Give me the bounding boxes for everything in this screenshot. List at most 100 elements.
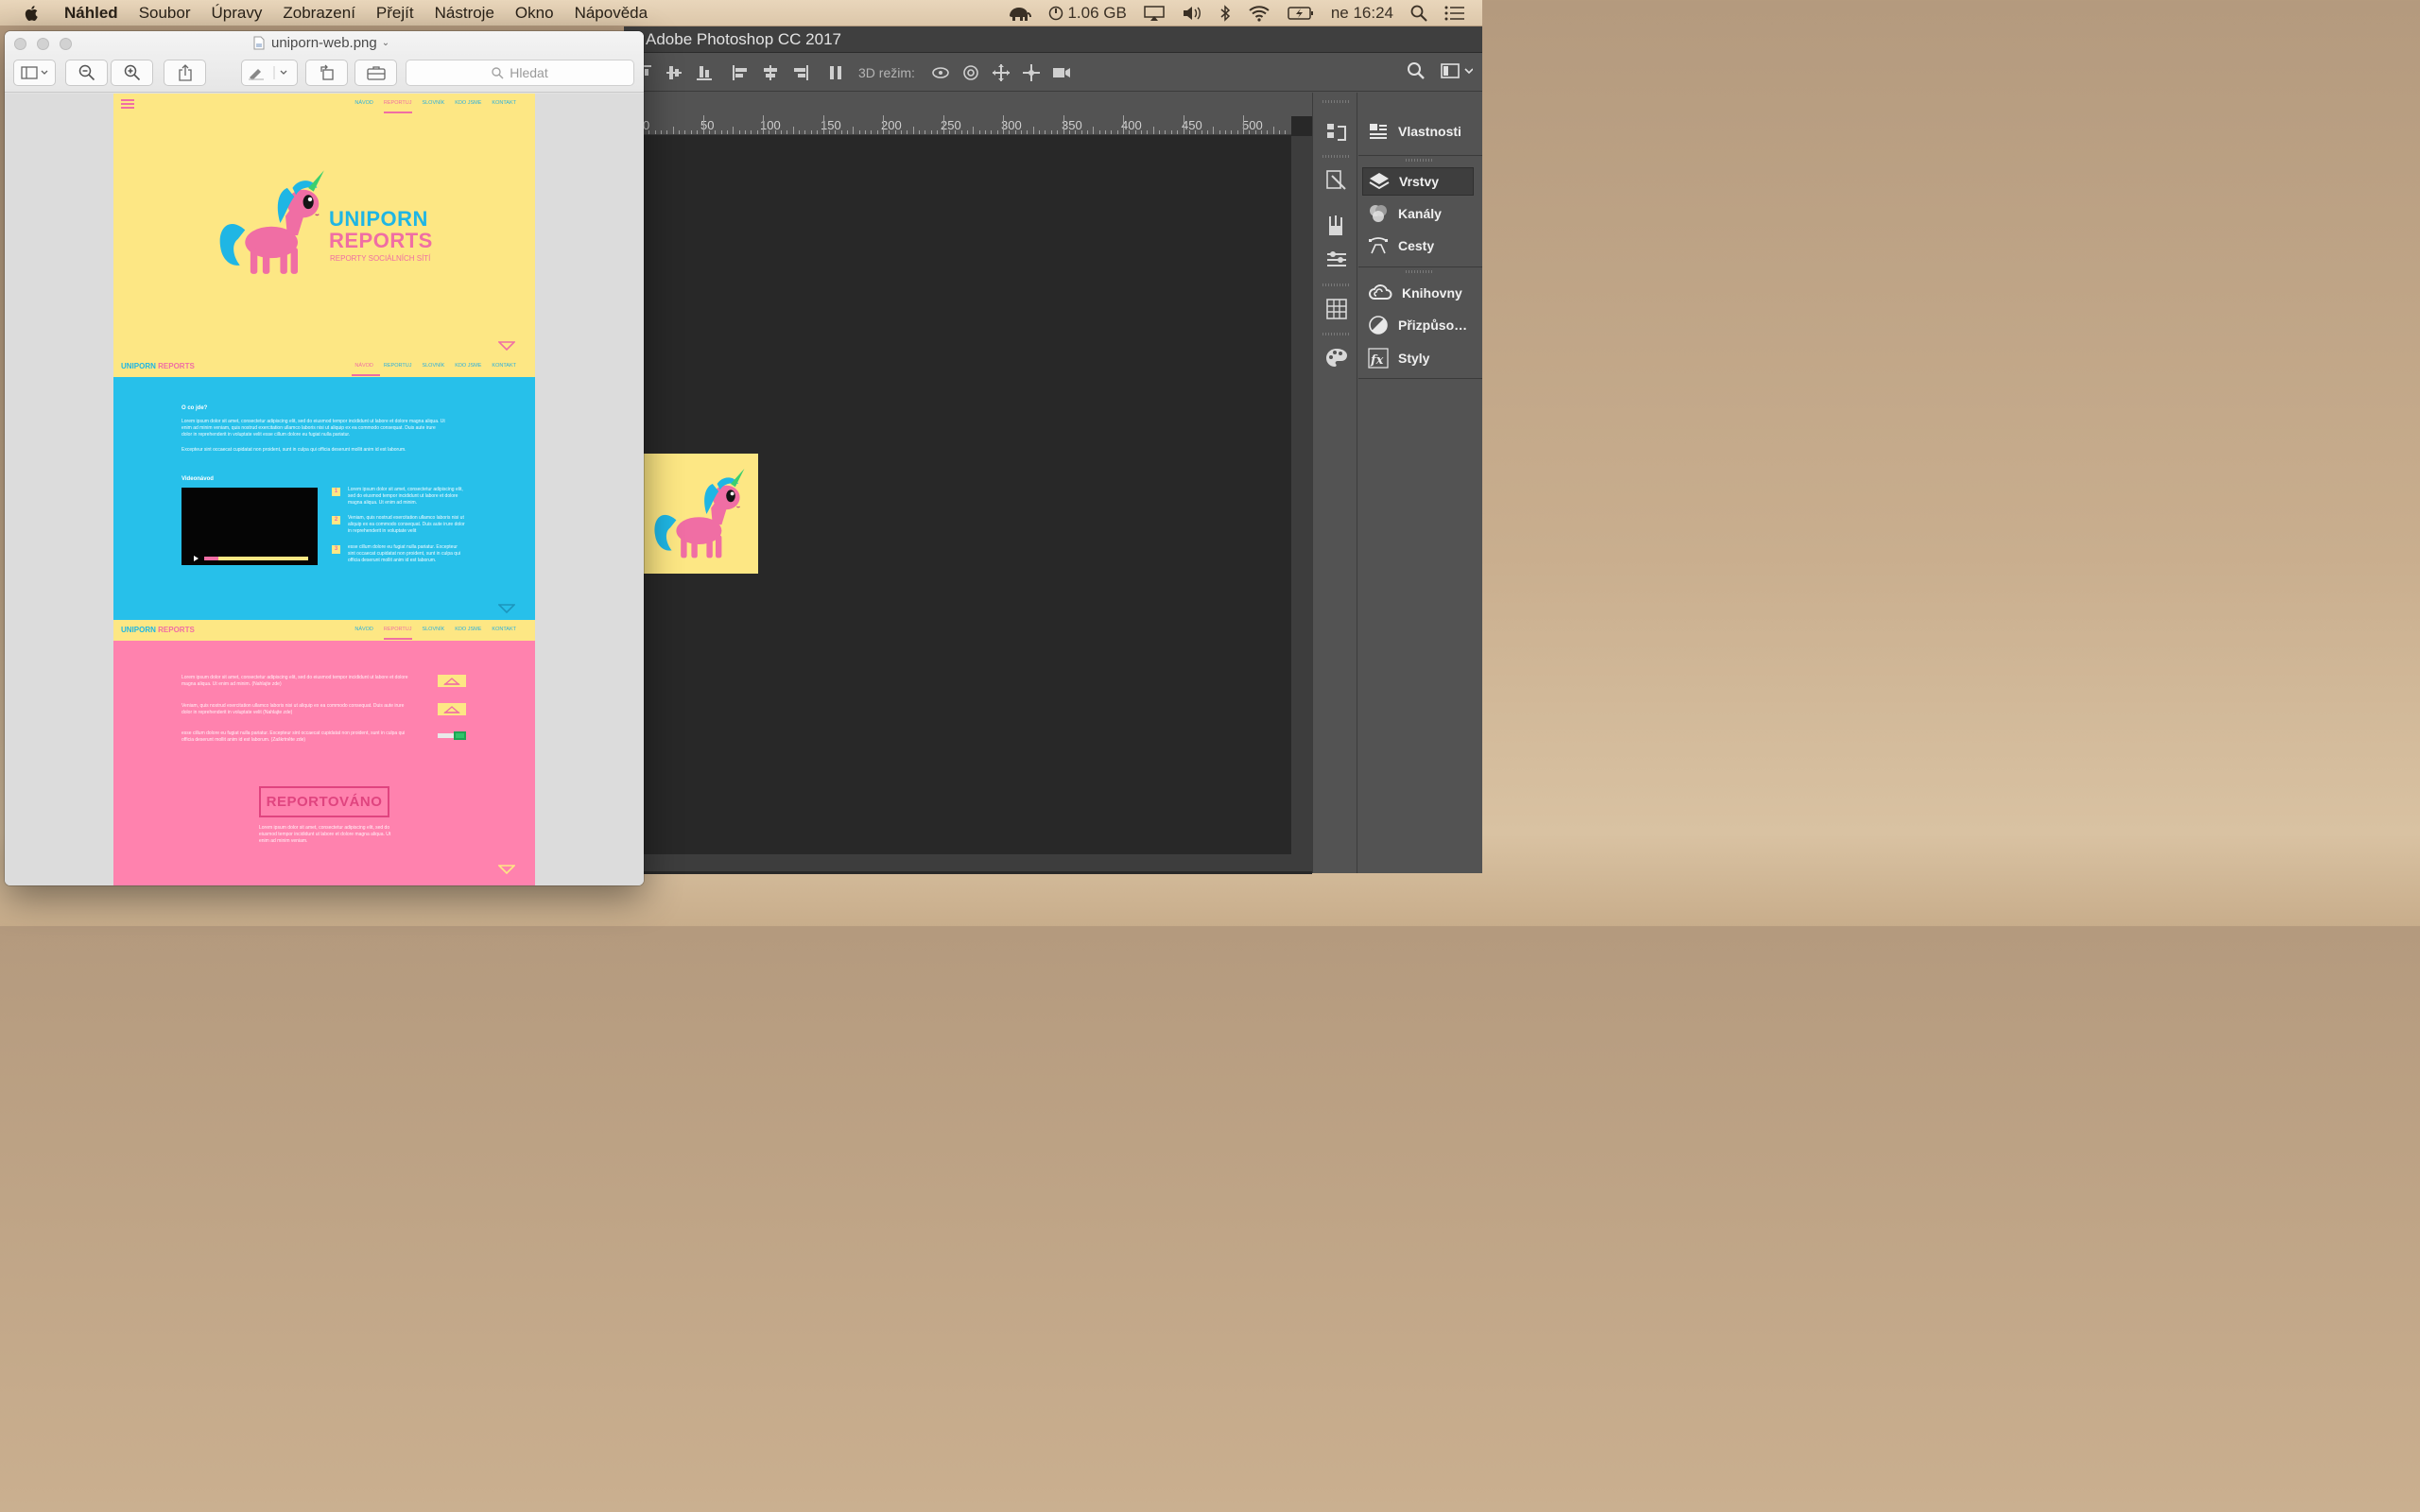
menu-window[interactable]: Okno	[515, 4, 554, 23]
volume-icon[interactable]	[1182, 6, 1202, 21]
ruler-tick	[1279, 130, 1281, 134]
sidebar-toggle-button[interactable]	[13, 60, 56, 86]
ruler-tick	[1098, 130, 1100, 134]
preview-titlebar[interactable]: uniporn-web.png ⌄ Hledat	[5, 31, 644, 93]
zoom-in-button[interactable]	[111, 60, 153, 86]
bluetooth-icon[interactable]	[1219, 4, 1231, 22]
search-icon[interactable]	[1407, 61, 1426, 80]
distribute-icon[interactable]	[826, 63, 847, 82]
panel-paths[interactable]: Cesty	[1362, 232, 1474, 260]
svg-text:fx: fx	[1370, 353, 1384, 368]
toolbox-button[interactable]	[354, 60, 397, 86]
horizontal-scrollbar[interactable]	[624, 854, 1312, 871]
menu-help[interactable]: Nápověda	[575, 4, 648, 23]
nav-link: KONTAKT	[492, 100, 516, 106]
nav-link: NÁVOD	[354, 627, 373, 632]
ruler-label: 450	[1182, 118, 1202, 132]
brush-settings-icon[interactable]	[1324, 248, 1349, 272]
menu-edit[interactable]: Úpravy	[212, 4, 263, 23]
report-item-text: Lorem ipsum dolor sit amet, consectetur …	[182, 675, 408, 687]
panel-layers[interactable]: Vrstvy	[1362, 167, 1474, 196]
vote-button	[438, 675, 466, 687]
canvas-area[interactable]	[624, 136, 1291, 854]
menu-view[interactable]: Zobrazení	[283, 4, 355, 23]
grip[interactable]	[1322, 284, 1349, 286]
ruler-tick	[822, 115, 824, 134]
panel-properties[interactable]: Vlastnosti	[1362, 117, 1474, 146]
ruler-tick	[1104, 130, 1106, 134]
grip[interactable]	[1322, 155, 1349, 158]
align-bottom-edges-icon[interactable]	[694, 63, 715, 82]
mockup-brand: UNIPORN REPORTS	[121, 626, 195, 634]
workspace-switcher-icon[interactable]	[1441, 61, 1473, 80]
panel-styles[interactable]: fx Styly	[1362, 344, 1474, 372]
vertical-scrollbar[interactable]	[1291, 136, 1312, 854]
align-left-edges-icon[interactable]	[730, 63, 751, 82]
swatches-icon[interactable]	[1324, 297, 1349, 321]
ruler-tick	[763, 115, 764, 134]
about-paragraph: Excepteur sint occaecat cupidatat non pr…	[182, 447, 406, 453]
panel-channels[interactable]: Kanály	[1362, 199, 1474, 228]
battery-charging-icon[interactable]	[1288, 6, 1314, 21]
nav-link: SLOVNÍK	[422, 363, 445, 369]
clock[interactable]: ne 16:24	[1331, 4, 1393, 23]
paths-icon	[1369, 237, 1388, 254]
about-paragraph: Lorem ipsum dolor sit amet, consectetur …	[182, 419, 445, 438]
3d-camera-icon[interactable]	[1051, 63, 1072, 82]
menu-tools[interactable]: Nástroje	[435, 4, 494, 23]
clone-source-icon[interactable]	[1324, 168, 1349, 193]
color-palette-icon[interactable]	[1324, 346, 1349, 370]
close-button[interactable]	[14, 38, 26, 50]
panel-adjustments[interactable]: Přizpůso…	[1362, 311, 1474, 339]
menu-go[interactable]: Přejít	[376, 4, 414, 23]
video-progress-track	[204, 557, 308, 560]
align-vertical-centers-icon[interactable]	[664, 63, 684, 82]
3d-roll-icon[interactable]	[960, 63, 981, 82]
notification-center-icon[interactable]	[1444, 6, 1465, 21]
step-text: Lorem ipsum dolor sit amet, consectetur …	[348, 487, 463, 506]
document-title[interactable]: uniporn-web.png ⌄	[253, 35, 389, 51]
minimize-button[interactable]	[37, 38, 49, 50]
ruler-tick	[1063, 115, 1064, 134]
zoom-out-button[interactable]	[65, 60, 108, 86]
history-icon[interactable]	[1324, 121, 1349, 146]
panel-group-divider	[1358, 378, 1482, 379]
markup-button[interactable]	[241, 60, 298, 86]
3d-orbit-icon[interactable]	[930, 63, 951, 82]
rotate-button[interactable]	[305, 60, 348, 86]
canvas-image[interactable]	[643, 454, 758, 574]
menu-file[interactable]: Soubor	[139, 4, 191, 23]
share-button[interactable]	[164, 60, 206, 86]
ruler-tick	[690, 130, 692, 134]
brushes-icon[interactable]	[1324, 214, 1349, 238]
memory-gauge-icon	[1049, 6, 1063, 20]
3d-slide-icon[interactable]	[1021, 63, 1042, 82]
grip[interactable]	[1322, 333, 1349, 335]
grip[interactable]	[1406, 270, 1432, 273]
align-right-edges-icon[interactable]	[790, 63, 811, 82]
airplay-icon[interactable]	[1144, 5, 1165, 21]
unicorn-illustration	[219, 170, 324, 274]
ruler-tick	[1021, 130, 1023, 134]
grip[interactable]	[1322, 100, 1349, 103]
photoshop-title-bar[interactable]: Adobe Photoshop CC 2017	[624, 26, 1482, 53]
memory-indicator[interactable]: 1.06 GB	[1048, 4, 1127, 23]
grip[interactable]	[1406, 159, 1432, 162]
panel-label: Kanály	[1398, 206, 1442, 221]
preview-content[interactable]: NÁVOD REPORTUJ SLOVNÍK KDO JSME KONTAKT	[5, 94, 644, 885]
horizontal-ruler[interactable]: 0 50 100 150 200 250 300 350 400 450 500	[624, 115, 1291, 135]
3d-pan-icon[interactable]	[991, 63, 1011, 82]
ruler-label: 200	[881, 118, 902, 132]
search-field[interactable]: Hledat	[406, 60, 634, 86]
apple-icon[interactable]	[23, 4, 42, 23]
menu-app-name[interactable]: Náhled	[64, 4, 118, 23]
align-horizontal-centers-icon[interactable]	[760, 63, 781, 82]
spotlight-search-icon[interactable]	[1410, 5, 1427, 22]
wifi-icon[interactable]	[1248, 5, 1270, 22]
panel-label: Knihovny	[1402, 285, 1462, 301]
ruler-tick	[1003, 115, 1004, 134]
status-area: 1.06 GB ne 16:24	[1007, 0, 1482, 26]
panel-libraries[interactable]: Knihovny	[1362, 279, 1474, 307]
elephant-icon[interactable]	[1007, 5, 1032, 22]
zoom-button[interactable]	[60, 38, 72, 50]
